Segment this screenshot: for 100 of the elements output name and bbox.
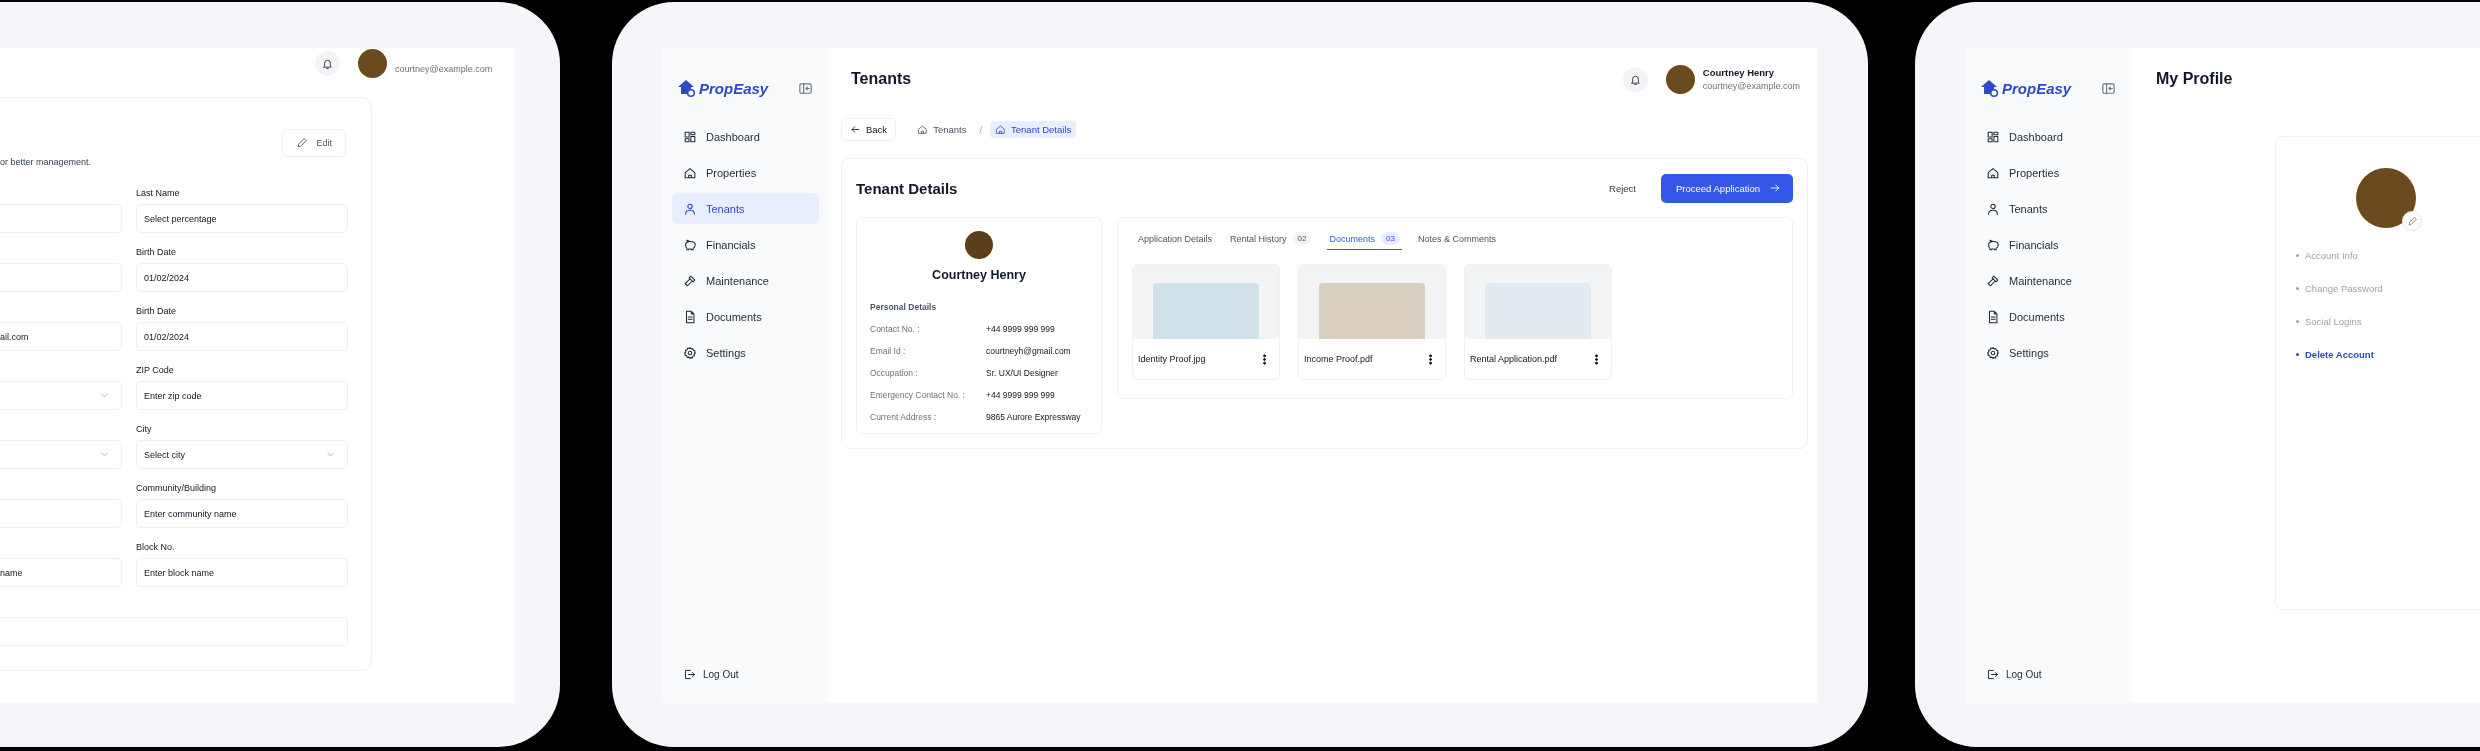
edit-button[interactable]: Edit xyxy=(282,129,346,157)
person-icon xyxy=(1986,201,2000,216)
sidebar-toggle-icon[interactable] xyxy=(798,80,813,96)
detail-value: courtneyh@gmail.com xyxy=(986,346,1071,356)
breadcrumb-link[interactable]: Tenants xyxy=(912,121,972,138)
profile-menu-item[interactable]: Delete Account xyxy=(2296,349,2374,360)
back-button[interactable]: Back xyxy=(841,118,897,141)
breadcrumb-link[interactable]: Tenant Details xyxy=(990,121,1077,138)
user-email: courtney@example.com xyxy=(1702,81,1800,91)
input-field[interactable]: Enter block name xyxy=(136,558,348,587)
document-icon xyxy=(1986,309,2000,324)
pencil-icon xyxy=(296,137,309,149)
logout-icon xyxy=(1986,668,1999,681)
field-label: Birth Date xyxy=(136,306,178,318)
nav-item[interactable]: Properties xyxy=(1975,157,2122,188)
tab[interactable]: Notes & Comments xyxy=(1415,232,1498,250)
hammer-icon xyxy=(1986,273,2000,288)
file-name: Income Proof.pdf xyxy=(1304,354,1373,364)
field-label: Block No. xyxy=(136,542,176,554)
input-field[interactable]: 01/02/2024 xyxy=(136,322,348,351)
house-icon xyxy=(683,165,697,180)
tab[interactable]: Application Details xyxy=(1136,232,1215,250)
arrow-right-icon xyxy=(1769,182,1781,194)
detail-value: 9865 Aurore Expressway xyxy=(986,412,1081,422)
detail-value: Sr. UX/UI Designer xyxy=(986,368,1058,378)
page-title: My Profile xyxy=(2156,70,2233,88)
arrow-left-icon xyxy=(850,124,861,135)
avatar-placeholder xyxy=(965,231,993,259)
file-name: Identity Proof.jpg xyxy=(1138,354,1206,364)
brand-name: PropEasy xyxy=(699,79,769,97)
detail-label: Occupation : xyxy=(870,368,919,378)
tenant-name: Courtney Henry xyxy=(931,268,1027,282)
logout-icon xyxy=(683,668,696,681)
count-badge: 03 xyxy=(1381,232,1400,245)
house-icon xyxy=(917,124,929,135)
nav-item[interactable]: Tenants xyxy=(672,193,819,224)
house-logo-icon xyxy=(1980,78,2000,98)
nav-item[interactable]: Settings xyxy=(672,337,819,368)
nav-item[interactable]: Maintenance xyxy=(1975,265,2122,296)
logout-button[interactable]: Log Out xyxy=(672,668,739,681)
grid-icon xyxy=(1986,129,2000,144)
input-field[interactable]: ail.com xyxy=(0,322,122,351)
house-icon xyxy=(1986,165,2000,180)
detail-label: Current Address : xyxy=(870,412,938,422)
nav-item[interactable]: Properties xyxy=(672,157,819,188)
piggy-bank-icon xyxy=(1986,237,2000,252)
field-label: City xyxy=(136,424,153,436)
detail-value: +44 9999 999 999 xyxy=(986,324,1055,334)
input-field[interactable]: name xyxy=(0,558,122,587)
detail-value: +44 9999 999 999 xyxy=(986,390,1055,400)
form-description: or better management. xyxy=(0,157,93,167)
nav-item[interactable]: Documents xyxy=(1975,301,2122,332)
nav-item[interactable]: Dashboard xyxy=(672,121,819,152)
nav-item[interactable]: Tenants xyxy=(1975,193,2122,224)
avatar-placeholder xyxy=(358,48,387,78)
settings-icon xyxy=(683,345,697,360)
file-name: Rental Application.pdf xyxy=(1470,354,1558,364)
house-icon xyxy=(995,124,1007,135)
detail-label: Contact No. : xyxy=(870,324,921,334)
field-label: Community/Building xyxy=(136,483,218,495)
breadcrumb-separator: / xyxy=(979,124,983,135)
detail-label: Emergency Contact No. : xyxy=(870,390,966,400)
document-icon xyxy=(683,309,697,324)
page-title: Tenants xyxy=(851,70,912,88)
nav-item[interactable]: Dashboard xyxy=(1975,121,2122,152)
section-title: Personal Details xyxy=(870,302,938,312)
nav-item[interactable]: Financials xyxy=(1975,229,2122,260)
house-logo-icon xyxy=(677,78,697,98)
count-badge: 02 xyxy=(1292,232,1312,245)
select-field[interactable]: Select city xyxy=(136,440,348,469)
settings-icon xyxy=(1986,345,2000,360)
user-name: Courtney Henry xyxy=(1702,67,1776,78)
input-field[interactable]: Enter zip code xyxy=(136,381,348,410)
notification-button[interactable] xyxy=(1622,66,1648,92)
nav-item[interactable]: Financials xyxy=(672,229,819,260)
input-field[interactable]: 01/02/2024 xyxy=(136,263,348,292)
person-icon xyxy=(683,201,697,216)
field-label: Last Name xyxy=(136,188,181,200)
proceed-button[interactable]: Proceed Application xyxy=(1661,173,1793,203)
input-field[interactable]: Select percentage xyxy=(136,204,348,233)
card-title: Tenant Details xyxy=(856,179,958,197)
field-label: ZIP Code xyxy=(136,365,175,377)
nav-item[interactable]: Documents xyxy=(672,301,819,332)
brand-name: PropEasy xyxy=(2002,79,2072,97)
nav-item[interactable]: Maintenance xyxy=(672,265,819,296)
logout-button[interactable]: Log Out xyxy=(1975,668,2042,681)
notification-button[interactable] xyxy=(315,50,340,76)
edit-photo-button[interactable] xyxy=(2402,211,2422,231)
piggy-bank-icon xyxy=(683,237,697,252)
sidebar-toggle-icon[interactable] xyxy=(2101,80,2116,96)
nav-item[interactable]: Settings xyxy=(1975,337,2122,368)
select-field[interactable] xyxy=(0,381,122,410)
grid-icon xyxy=(683,129,697,144)
reject-button[interactable]: Reject xyxy=(1609,182,1636,194)
tab[interactable]: Rental History 02 xyxy=(1228,232,1314,250)
tab[interactable]: Documents 03 xyxy=(1327,232,1402,250)
input-field[interactable]: Enter community name xyxy=(136,499,348,528)
avatar-placeholder xyxy=(2356,168,2416,228)
hammer-icon xyxy=(683,273,697,288)
select-field[interactable] xyxy=(0,440,122,469)
